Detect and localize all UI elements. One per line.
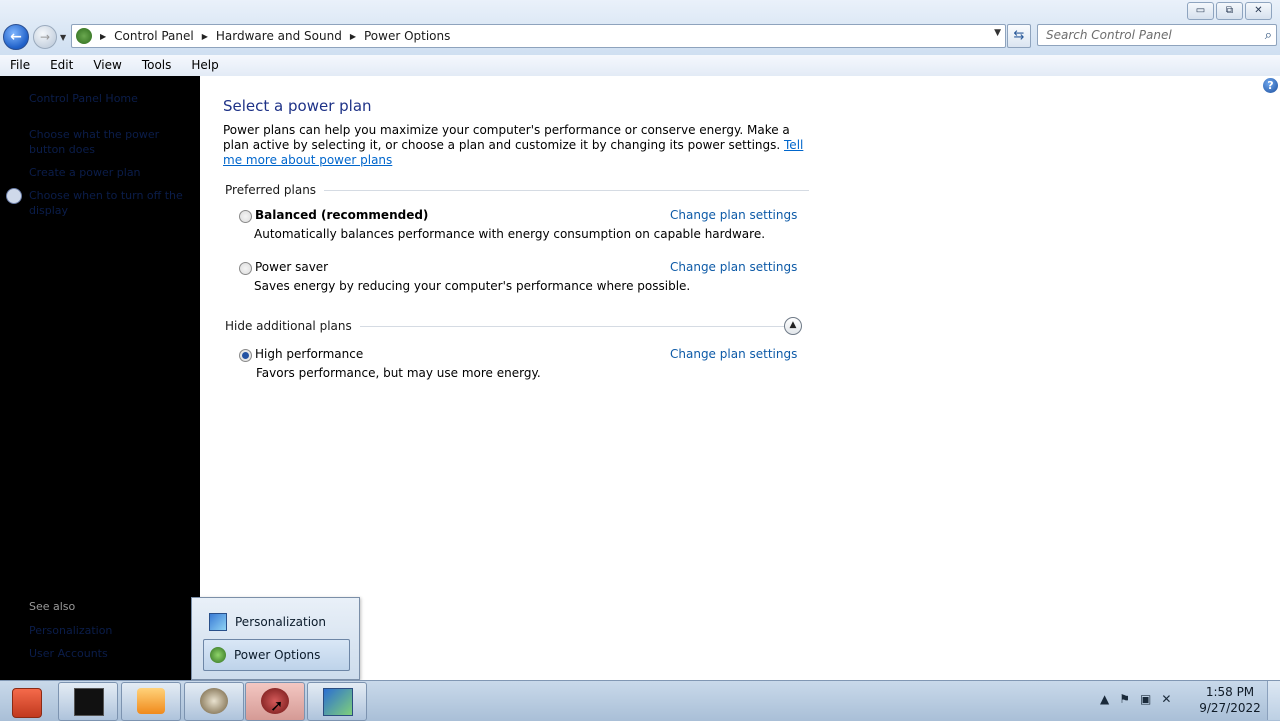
control-panel-icon xyxy=(76,28,92,44)
address-dropdown-icon[interactable]: ▼ xyxy=(994,28,1001,38)
back-arrow-icon[interactable]: ← xyxy=(3,24,29,50)
preferred-plans-label: Preferred plans xyxy=(225,183,317,197)
search-placeholder: Search Control Panel xyxy=(1046,28,1172,42)
close-button[interactable]: ✕ xyxy=(1245,2,1272,20)
intro-text: Power plans can help you maximize your c… xyxy=(223,123,813,168)
action-center-flag-icon[interactable]: ⚑ xyxy=(1119,692,1130,706)
plan-desc-high-performance: Favors performance, but may use more ene… xyxy=(256,366,541,380)
taskbar-button-terminal[interactable] xyxy=(58,682,118,721)
navigation-buttons: ← → ▼ xyxy=(3,24,66,50)
show-desktop-button[interactable] xyxy=(1267,681,1280,720)
personalization-icon xyxy=(209,613,227,631)
sidebar-link-power-button[interactable]: Choose what the power button does xyxy=(29,127,197,157)
divider xyxy=(324,189,810,191)
mouse-cursor-icon: ➚ xyxy=(270,696,284,715)
plan-radio-balanced[interactable] xyxy=(239,210,252,223)
terminal-icon xyxy=(74,688,104,716)
start-button-icon[interactable] xyxy=(12,688,42,718)
taskbar: ▲ ⚑ ▣ ✕ 1:58 PM 9/27/2022 xyxy=(0,680,1280,721)
chevron-up-icon[interactable]: ▲ xyxy=(784,317,802,335)
popup-item-power-options[interactable]: Power Options xyxy=(203,639,350,671)
show-hidden-icons-icon[interactable]: ▲ xyxy=(1100,692,1109,706)
additional-plans-group: Hide additional plans xyxy=(225,319,796,333)
divider xyxy=(359,325,796,327)
menu-view[interactable]: View xyxy=(83,55,131,76)
popup-item-label: Power Options xyxy=(234,648,321,662)
menu-help[interactable]: Help xyxy=(181,55,228,76)
plan-radio-power-saver[interactable] xyxy=(239,262,252,275)
clock-date: 9/27/2022 xyxy=(1199,701,1261,715)
media-player-icon xyxy=(137,688,165,714)
minimize-button[interactable]: ▭ xyxy=(1187,2,1214,20)
preferred-plans-group: Preferred plans xyxy=(225,183,810,197)
display-clock-icon xyxy=(6,188,22,204)
menu-edit[interactable]: Edit xyxy=(40,55,83,76)
display-icon xyxy=(323,688,353,716)
taskbar-button-media-player[interactable] xyxy=(121,682,181,721)
search-icon[interactable]: ⌕ xyxy=(1265,28,1272,43)
plan-name-balanced[interactable]: Balanced (recommended) xyxy=(255,208,428,222)
menu-file[interactable]: File xyxy=(0,55,40,76)
address-bar[interactable]: ▶ Control Panel ▶ Hardware and Sound ▶ P… xyxy=(71,24,1006,48)
forward-arrow-icon[interactable]: → xyxy=(33,25,57,49)
page-title: Select a power plan xyxy=(223,97,372,115)
change-plan-settings-balanced[interactable]: Change plan settings xyxy=(670,208,797,222)
hide-additional-plans-label[interactable]: Hide additional plans xyxy=(225,319,352,333)
sidebar-link-personalization[interactable]: Personalization xyxy=(29,623,197,638)
recent-pages-dropdown-icon[interactable]: ▼ xyxy=(60,33,66,42)
plan-desc-power-saver: Saves energy by reducing your computer's… xyxy=(254,279,691,293)
system-tray: ▲ ⚑ ▣ ✕ xyxy=(1100,692,1171,706)
plan-name-power-saver[interactable]: Power saver xyxy=(255,260,328,274)
taskbar-thumbnail-popup: Personalization Power Options xyxy=(191,597,360,680)
breadcrumb-hardware-and-sound[interactable]: Hardware and Sound xyxy=(216,29,342,43)
taskbar-button-raccoon-app[interactable] xyxy=(184,682,244,721)
power-options-icon xyxy=(210,647,226,663)
plan-name-high-performance[interactable]: High performance xyxy=(255,347,363,361)
clock[interactable]: 1:58 PM 9/27/2022 xyxy=(1196,684,1264,716)
plan-desc-balanced: Automatically balances performance with … xyxy=(254,227,766,241)
sidebar-link-create-plan[interactable]: Create a power plan xyxy=(29,165,197,180)
clock-time: 1:58 PM xyxy=(1205,685,1255,699)
plan-radio-high-performance[interactable] xyxy=(239,349,252,362)
taskbar-button-display[interactable] xyxy=(307,682,367,721)
window-controls: ▭ ⧉ ✕ xyxy=(1187,2,1272,20)
popup-item-label: Personalization xyxy=(235,615,326,629)
menu-bar: File Edit View Tools Help xyxy=(0,55,1280,77)
chevron-right-icon[interactable]: ▶ xyxy=(100,32,106,41)
main-content: ? Select a power plan Power plans can he… xyxy=(200,76,1280,680)
refresh-icon[interactable]: ⇆ xyxy=(1007,24,1031,48)
popup-item-personalization[interactable]: Personalization xyxy=(203,607,348,637)
intro-body: Power plans can help you maximize your c… xyxy=(223,123,790,152)
chevron-right-icon[interactable]: ▶ xyxy=(350,32,356,41)
help-icon[interactable]: ? xyxy=(1263,78,1278,93)
maximize-button[interactable]: ⧉ xyxy=(1216,2,1243,20)
network-icon[interactable]: ▣ xyxy=(1140,692,1151,706)
sidebar-link-user-accounts[interactable]: User Accounts xyxy=(29,646,197,661)
change-plan-settings-high-performance[interactable]: Change plan settings xyxy=(670,347,797,361)
change-plan-settings-power-saver[interactable]: Change plan settings xyxy=(670,260,797,274)
menu-tools[interactable]: Tools xyxy=(132,55,182,76)
raccoon-icon xyxy=(200,688,228,714)
sidebar: Control Panel Home Choose what the power… xyxy=(0,76,200,680)
see-also-heading: See also xyxy=(29,600,76,613)
chevron-right-icon[interactable]: ▶ xyxy=(202,32,208,41)
search-input[interactable]: Search Control Panel ⌕ xyxy=(1037,24,1277,46)
volume-muted-icon[interactable]: ✕ xyxy=(1161,692,1171,706)
breadcrumb-power-options[interactable]: Power Options xyxy=(364,29,450,43)
breadcrumb-control-panel[interactable]: Control Panel xyxy=(114,29,194,43)
sidebar-link-control-panel-home[interactable]: Control Panel Home xyxy=(29,91,197,106)
title-bar: ▭ ⧉ ✕ ← → ▼ ▶ Control Panel ▶ Hardware a… xyxy=(0,0,1280,55)
sidebar-link-turn-off-display[interactable]: Choose when to turn off the display xyxy=(29,188,197,218)
